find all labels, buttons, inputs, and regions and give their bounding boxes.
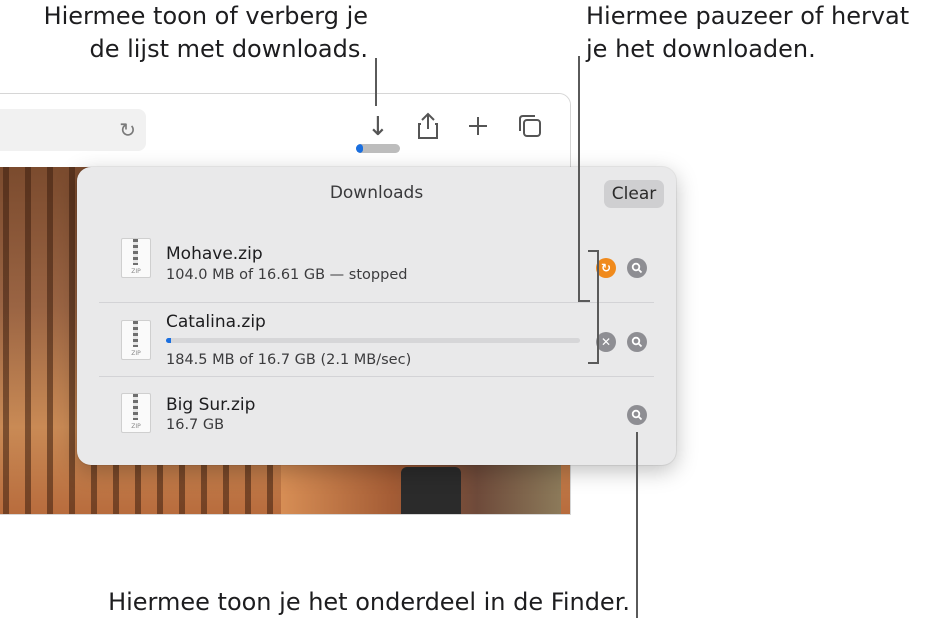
lantern (401, 467, 461, 514)
file-progress-bar (166, 338, 580, 343)
callout-show-in-finder: Hiermee toon je het onderdeel in de Find… (108, 588, 630, 616)
stop-button[interactable]: ✕ (596, 332, 616, 352)
callout-pause-resume: Hiermee pauzeer of hervat je het downloa… (586, 0, 947, 66)
zip-file-icon: ZIP (121, 320, 151, 360)
download-row-mohave: ZIP Mohave.zip 104.0 MB of 16.61 GB — st… (99, 228, 654, 303)
file-status: 104.0 MB of 16.61 GB — stopped (166, 267, 408, 283)
downloads-popover: Downloads Clear ZIP Mohave.zip 104.0 MB … (77, 167, 676, 465)
zip-file-icon: ZIP (121, 393, 151, 433)
resume-button[interactable]: ↻ (596, 258, 616, 278)
callout-toggle-downloads: Hiermee toon of verberg je de lijst met … (4, 0, 368, 66)
pause-bracket (588, 250, 599, 364)
tab-overview-icon[interactable] (517, 112, 543, 147)
callout-toggle-line-1: Hiermee toon of verberg je (43, 2, 368, 30)
file-status: 16.7 GB (166, 417, 225, 433)
file-name: Catalina.zip (166, 312, 266, 332)
toolbar: ↻ ↓ (0, 94, 570, 167)
leader-line-toggle (375, 58, 377, 106)
leader-line-finder (636, 432, 638, 618)
callout-pause-line-2: je het downloaden. (586, 35, 816, 63)
callout-toggle-line-2: de lijst met downloads. (89, 35, 368, 63)
show-in-finder-button[interactable] (627, 258, 647, 278)
download-icon[interactable]: ↓ (367, 112, 389, 142)
leader-line-pause (578, 56, 580, 302)
show-in-finder-button[interactable] (627, 332, 647, 352)
show-in-finder-button[interactable] (627, 405, 647, 425)
reload-icon[interactable]: ↻ (119, 118, 136, 142)
file-status: 184.5 MB of 16.7 GB (2.1 MB/sec) (166, 352, 412, 368)
download-progress-indicator[interactable] (356, 144, 400, 153)
zip-file-icon: ZIP (121, 238, 151, 278)
address-bar[interactable]: ↻ (0, 109, 146, 151)
file-name: Mohave.zip (166, 244, 263, 264)
download-row-bigsur: ZIP Big Sur.zip 16.7 GB (99, 377, 654, 451)
clear-button[interactable]: Clear (604, 180, 664, 208)
download-row-catalina: ZIP Catalina.zip 184.5 MB of 16.7 GB (2.… (99, 302, 654, 377)
file-progress-fill (166, 338, 171, 343)
share-icon[interactable] (417, 112, 439, 147)
file-name: Big Sur.zip (166, 395, 256, 415)
callout-pause-line-1: Hiermee pauzeer of hervat (586, 2, 910, 30)
download-progress-fill (356, 144, 363, 153)
new-tab-icon[interactable] (467, 112, 489, 147)
popover-title: Downloads (329, 183, 424, 203)
